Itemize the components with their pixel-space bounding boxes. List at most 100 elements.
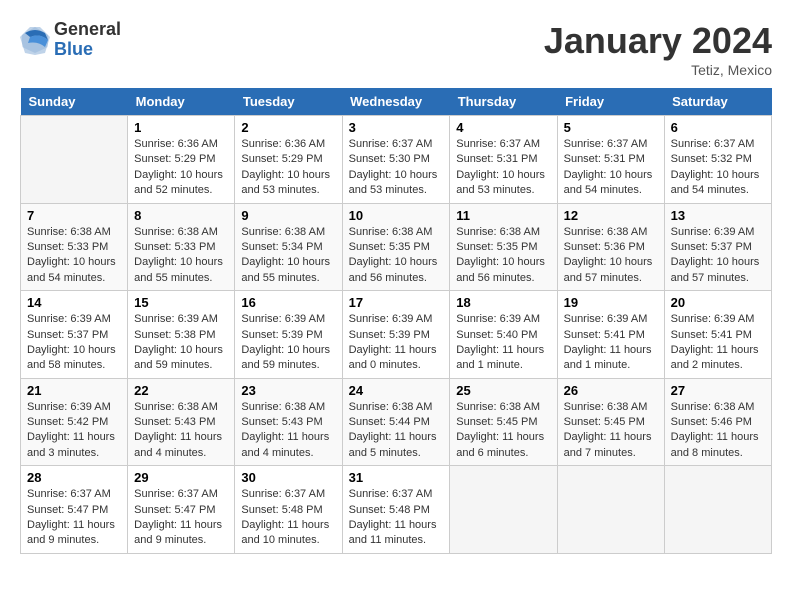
calendar-cell: 8 Sunrise: 6:38 AMSunset: 5:33 PMDaylight… xyxy=(128,203,235,291)
day-info: Sunrise: 6:36 AMSunset: 5:29 PMDaylight:… xyxy=(241,137,335,199)
day-info: Sunrise: 6:37 AMSunset: 5:48 PMDaylight:… xyxy=(241,487,335,549)
calendar-cell: 9 Sunrise: 6:38 AMSunset: 5:34 PMDaylight… xyxy=(235,203,342,291)
week-row-4: 21Sunrise: 6:39 AMSunset: 5:42 PMDayligh… xyxy=(21,378,772,466)
day-number: 5 xyxy=(564,120,658,135)
day-info: Sunrise: 6:37 AMSunset: 5:47 PMDaylight:… xyxy=(134,487,228,549)
calendar-cell: 26 Sunrise: 6:38 AMSunset: 5:45 PMDayligh… xyxy=(557,378,664,466)
calendar-cell: 17 Sunrise: 6:39 AMSunset: 5:39 PMDayligh… xyxy=(342,291,450,379)
day-number: 9 xyxy=(241,208,335,223)
day-info: Sunrise: 6:39 AMSunset: 5:40 PMDaylight:… xyxy=(456,312,550,374)
day-info: Sunrise: 6:36 AMSunset: 5:29 PMDaylight:… xyxy=(134,137,228,199)
calendar-cell: 5Sunrise: 6:37 AMSunset: 5:31 PMDaylight… xyxy=(557,116,664,204)
day-info: Sunrise: 6:38 AMSunset: 5:34 PMDaylight:… xyxy=(241,225,335,287)
day-number: 10 xyxy=(349,208,444,223)
month-title: January 2024 xyxy=(544,20,772,62)
day-number: 1 xyxy=(134,120,228,135)
day-number: 19 xyxy=(564,295,658,310)
logo-blue: Blue xyxy=(54,40,121,60)
day-number: 17 xyxy=(349,295,444,310)
calendar-cell: 16 Sunrise: 6:39 AMSunset: 5:39 PMDayligh… xyxy=(235,291,342,379)
day-info: Sunrise: 6:37 AMSunset: 5:30 PMDaylight:… xyxy=(349,137,444,199)
day-number: 4 xyxy=(456,120,550,135)
day-info: Sunrise: 6:37 AMSunset: 5:48 PMDaylight:… xyxy=(349,487,444,549)
day-info: Sunrise: 6:37 AMSunset: 5:47 PMDaylight:… xyxy=(27,487,121,549)
day-number: 18 xyxy=(456,295,550,310)
day-number: 16 xyxy=(241,295,335,310)
day-number: 28 xyxy=(27,470,121,485)
day-number: 2 xyxy=(241,120,335,135)
day-number: 6 xyxy=(671,120,765,135)
calendar-cell: 20Sunrise: 6:39 AMSunset: 5:41 PMDayligh… xyxy=(664,291,771,379)
day-number: 26 xyxy=(564,383,658,398)
day-info: Sunrise: 6:38 AMSunset: 5:46 PMDaylight:… xyxy=(671,400,765,462)
day-number: 14 xyxy=(27,295,121,310)
day-info: Sunrise: 6:38 AMSunset: 5:45 PMDaylight:… xyxy=(564,400,658,462)
week-row-5: 28 Sunrise: 6:37 AMSunset: 5:47 PMDayligh… xyxy=(21,466,772,554)
day-number: 29 xyxy=(134,470,228,485)
day-number: 31 xyxy=(349,470,444,485)
calendar-cell: 12Sunrise: 6:38 AMSunset: 5:36 PMDayligh… xyxy=(557,203,664,291)
day-number: 7 xyxy=(27,208,121,223)
day-info: Sunrise: 6:39 AMSunset: 5:42 PMDaylight:… xyxy=(27,400,121,462)
calendar-cell: 25 Sunrise: 6:38 AMSunset: 5:45 PMDayligh… xyxy=(450,378,557,466)
calendar-cell: 13 Sunrise: 6:39 AMSunset: 5:37 PMDayligh… xyxy=(664,203,771,291)
calendar-cell: 19 Sunrise: 6:39 AMSunset: 5:41 PMDayligh… xyxy=(557,291,664,379)
day-number: 11 xyxy=(456,208,550,223)
page-header: General Blue January 2024 Tetiz, Mexico xyxy=(20,20,772,78)
day-number: 12 xyxy=(564,208,658,223)
calendar-cell xyxy=(21,116,128,204)
day-number: 23 xyxy=(241,383,335,398)
day-header-friday: Friday xyxy=(557,88,664,116)
calendar-cell: 22 Sunrise: 6:38 AMSunset: 5:43 PMDayligh… xyxy=(128,378,235,466)
day-info: Sunrise: 6:39 AMSunset: 5:39 PMDaylight:… xyxy=(241,312,335,374)
week-row-3: 14 Sunrise: 6:39 AMSunset: 5:37 PMDayligh… xyxy=(21,291,772,379)
day-header-wednesday: Wednesday xyxy=(342,88,450,116)
days-header-row: SundayMondayTuesdayWednesdayThursdayFrid… xyxy=(21,88,772,116)
day-info: Sunrise: 6:38 AMSunset: 5:35 PMDaylight:… xyxy=(349,225,444,287)
calendar-cell: 21Sunrise: 6:39 AMSunset: 5:42 PMDayligh… xyxy=(21,378,128,466)
week-row-1: 1 Sunrise: 6:36 AMSunset: 5:29 PMDaylight… xyxy=(21,116,772,204)
calendar-cell: 29 Sunrise: 6:37 AMSunset: 5:47 PMDayligh… xyxy=(128,466,235,554)
day-number: 25 xyxy=(456,383,550,398)
calendar-cell: 4 Sunrise: 6:37 AMSunset: 5:31 PMDaylight… xyxy=(450,116,557,204)
calendar-cell: 3 Sunrise: 6:37 AMSunset: 5:30 PMDaylight… xyxy=(342,116,450,204)
calendar-cell: 27 Sunrise: 6:38 AMSunset: 5:46 PMDayligh… xyxy=(664,378,771,466)
day-header-sunday: Sunday xyxy=(21,88,128,116)
logo-general: General xyxy=(54,20,121,40)
calendar-cell: 6 Sunrise: 6:37 AMSunset: 5:32 PMDaylight… xyxy=(664,116,771,204)
day-info: Sunrise: 6:38 AMSunset: 5:33 PMDaylight:… xyxy=(134,225,228,287)
calendar-table: SundayMondayTuesdayWednesdayThursdayFrid… xyxy=(20,88,772,554)
day-info: Sunrise: 6:39 AMSunset: 5:38 PMDaylight:… xyxy=(134,312,228,374)
calendar-cell: 24Sunrise: 6:38 AMSunset: 5:44 PMDayligh… xyxy=(342,378,450,466)
day-info: Sunrise: 6:39 AMSunset: 5:37 PMDaylight:… xyxy=(27,312,121,374)
day-info: Sunrise: 6:38 AMSunset: 5:43 PMDaylight:… xyxy=(241,400,335,462)
day-number: 3 xyxy=(349,120,444,135)
day-info: Sunrise: 6:38 AMSunset: 5:43 PMDaylight:… xyxy=(134,400,228,462)
day-info: Sunrise: 6:37 AMSunset: 5:32 PMDaylight:… xyxy=(671,137,765,199)
day-number: 8 xyxy=(134,208,228,223)
location: Tetiz, Mexico xyxy=(544,62,772,78)
calendar-cell xyxy=(664,466,771,554)
logo-icon xyxy=(20,25,50,55)
logo: General Blue xyxy=(20,20,121,60)
calendar-cell: 2 Sunrise: 6:36 AMSunset: 5:29 PMDaylight… xyxy=(235,116,342,204)
day-info: Sunrise: 6:39 AMSunset: 5:39 PMDaylight:… xyxy=(349,312,444,374)
day-number: 13 xyxy=(671,208,765,223)
day-info: Sunrise: 6:38 AMSunset: 5:45 PMDaylight:… xyxy=(456,400,550,462)
calendar-cell: 1 Sunrise: 6:36 AMSunset: 5:29 PMDaylight… xyxy=(128,116,235,204)
calendar-cell: 10 Sunrise: 6:38 AMSunset: 5:35 PMDayligh… xyxy=(342,203,450,291)
day-info: Sunrise: 6:39 AMSunset: 5:37 PMDaylight:… xyxy=(671,225,765,287)
calendar-cell xyxy=(450,466,557,554)
day-info: Sunrise: 6:38 AMSunset: 5:35 PMDaylight:… xyxy=(456,225,550,287)
calendar-cell: 18 Sunrise: 6:39 AMSunset: 5:40 PMDayligh… xyxy=(450,291,557,379)
day-header-tuesday: Tuesday xyxy=(235,88,342,116)
calendar-cell: 23 Sunrise: 6:38 AMSunset: 5:43 PMDayligh… xyxy=(235,378,342,466)
day-info: Sunrise: 6:39 AMSunset: 5:41 PMDaylight:… xyxy=(564,312,658,374)
day-info: Sunrise: 6:38 AMSunset: 5:33 PMDaylight:… xyxy=(27,225,121,287)
calendar-cell: 15Sunrise: 6:39 AMSunset: 5:38 PMDayligh… xyxy=(128,291,235,379)
week-row-2: 7 Sunrise: 6:38 AMSunset: 5:33 PMDaylight… xyxy=(21,203,772,291)
day-info: Sunrise: 6:37 AMSunset: 5:31 PMDaylight:… xyxy=(456,137,550,199)
day-number: 22 xyxy=(134,383,228,398)
calendar-cell: 31 Sunrise: 6:37 AMSunset: 5:48 PMDayligh… xyxy=(342,466,450,554)
day-number: 27 xyxy=(671,383,765,398)
